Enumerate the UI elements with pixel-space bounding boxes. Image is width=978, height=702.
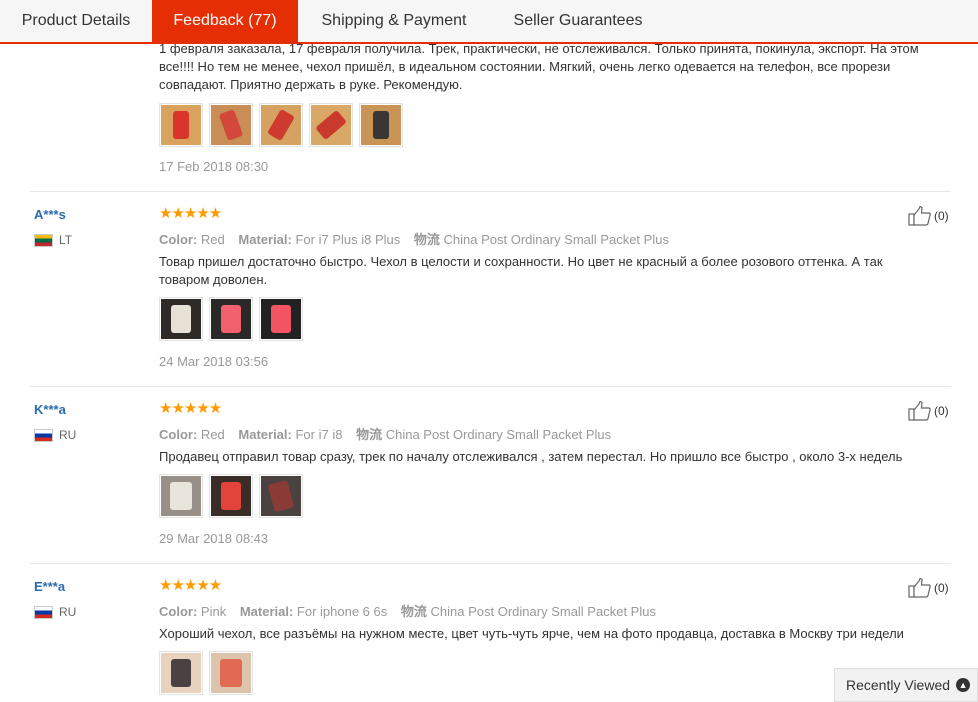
color-value: Red: [200, 232, 225, 247]
color-label: Color:: [159, 604, 198, 619]
recently-viewed-button[interactable]: Recently Viewed ▲: [834, 668, 978, 702]
review-date: 24 Mar 2018 03:56: [159, 354, 269, 369]
feedback-list: 1 февраля заказала, 17 февраля получила.…: [0, 44, 978, 702]
rating-stars: ★★★★★: [159, 205, 222, 222]
color-label: Color:: [159, 232, 198, 247]
review-photos: [159, 103, 403, 147]
reviewer-country: LT: [34, 233, 72, 247]
reviewer-name: A***s: [34, 207, 66, 222]
review-photo[interactable]: [359, 103, 403, 147]
review-text-line: Хороший чехол, все разъёмы на нужном мес…: [159, 626, 904, 641]
flag-ru-icon: [34, 428, 53, 442]
like-button[interactable]: (0): [908, 206, 949, 226]
divider: [30, 563, 951, 564]
thumbs-up-icon: [908, 206, 931, 226]
color-value: Red: [200, 427, 225, 442]
like-button[interactable]: (0): [908, 578, 949, 598]
review-photo[interactable]: [159, 474, 203, 518]
like-count: (0): [934, 209, 949, 223]
tab-feedback[interactable]: Feedback (77): [152, 0, 298, 42]
thumbs-up-icon: [908, 578, 931, 598]
review-text-line: совпадают. Приятно держать в руке. Реком…: [159, 77, 463, 92]
country-code: RU: [59, 605, 77, 619]
review-text-line: все!!!! Но тем не менее, чехол пришёл, в…: [159, 59, 891, 74]
reviewer-name: K***a: [34, 402, 66, 417]
thumbs-up-icon: [908, 401, 931, 421]
review-photo[interactable]: [209, 297, 253, 341]
reviewer-country: RU: [34, 605, 76, 619]
shipping-label: 物流: [356, 427, 383, 442]
review-date: 29 Mar 2018 08:43: [159, 531, 269, 546]
review-photo[interactable]: [209, 651, 253, 695]
flag-ru-icon: [34, 605, 53, 619]
chevron-up-icon: ▲: [956, 678, 971, 692]
review-photo[interactable]: [159, 297, 203, 341]
flag-lt-icon: [34, 233, 53, 247]
material-value: For i7 Plus i8 Plus: [295, 232, 401, 247]
review-attributes: Color: Red Material: For i7 i8 物流 China …: [159, 424, 611, 443]
like-count: (0): [934, 404, 949, 418]
review-photo[interactable]: [309, 103, 353, 147]
divider: [30, 386, 951, 387]
tab-product-details[interactable]: Product Details: [0, 0, 152, 42]
reviewer-name: E***a: [34, 579, 66, 594]
color-label: Color:: [159, 427, 198, 442]
country-code: RU: [59, 428, 77, 442]
color-value: Pink: [200, 604, 227, 619]
review-photos: [159, 474, 303, 518]
review-text-line: Товар пришел достаточно быстро. Чехол в …: [159, 254, 883, 269]
tab-seller-guarantees[interactable]: Seller Guarantees: [490, 0, 666, 42]
review-photo[interactable]: [259, 297, 303, 341]
review-photo[interactable]: [159, 103, 203, 147]
shipping-value: China Post Ordinary Small Packet Plus: [385, 427, 612, 442]
reviewer-country: RU: [34, 428, 76, 442]
material-label: Material:: [239, 604, 294, 619]
material-value: For i7 i8: [295, 427, 343, 442]
recently-viewed-label: Recently Viewed: [846, 677, 951, 693]
review-text-line: 1 февраля заказала, 17 февраля получила.…: [159, 44, 919, 56]
review-photos: [159, 651, 253, 695]
material-label: Material:: [238, 427, 292, 442]
review-date: 17 Feb 2018 08:30: [159, 159, 269, 174]
like-button[interactable]: (0): [908, 401, 949, 421]
review-photo[interactable]: [259, 474, 303, 518]
review-photo[interactable]: [159, 651, 203, 695]
review-photo[interactable]: [209, 474, 253, 518]
review-photo[interactable]: [209, 103, 253, 147]
material-label: Material:: [238, 232, 292, 247]
shipping-value: China Post Ordinary Small Packet Plus: [443, 232, 669, 247]
review-photos: [159, 297, 303, 341]
shipping-label: 物流: [400, 604, 427, 619]
country-code: LT: [59, 233, 73, 247]
review-attributes: Color: Pink Material: For iphone 6 6s 物流…: [159, 601, 656, 620]
review-text-line: Продавец отправил товар сразу, трек по н…: [159, 449, 903, 464]
review-photo[interactable]: [259, 103, 303, 147]
rating-stars: ★★★★★: [159, 577, 222, 594]
shipping-value: China Post Ordinary Small Packet Plus: [430, 604, 656, 619]
tab-shipping-payment[interactable]: Shipping & Payment: [298, 0, 490, 42]
like-count: (0): [934, 581, 949, 595]
review-attributes: Color: Red Material: For i7 Plus i8 Plus…: [159, 229, 669, 248]
divider: [30, 191, 951, 192]
tab-bar: Product Details Feedback (77) Shipping &…: [0, 0, 978, 44]
material-value: For iphone 6 6s: [296, 604, 388, 619]
rating-stars: ★★★★★: [159, 400, 222, 417]
review-text-line: товаром доволен.: [159, 272, 268, 287]
shipping-label: 物流: [413, 232, 440, 247]
